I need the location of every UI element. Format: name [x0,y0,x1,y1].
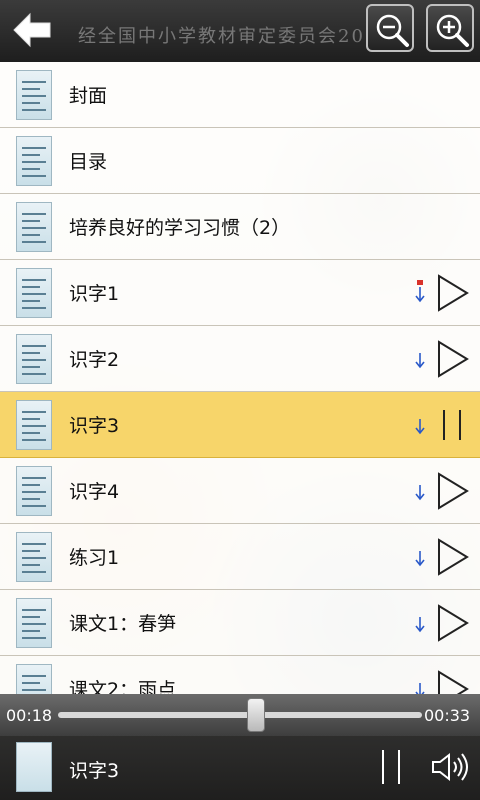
download-arrow-icon[interactable] [414,280,426,306]
current-time: 00:18 [6,706,53,725]
track-row[interactable]: 识字2 [0,326,480,392]
track-thumbnail [16,334,52,384]
track-title: 识字4 [69,481,120,503]
track-row[interactable]: 练习1 [0,524,480,590]
track-title: 识字1 [69,283,120,305]
zoom-out-icon [376,14,409,47]
volume-button[interactable] [430,750,470,784]
play-icon[interactable] [436,472,470,510]
player-bar: 00:18 00:33 识字3 [0,694,480,800]
now-playing-thumbnail [16,742,52,792]
background-header-text: 经全国中小学教材审定委员会2001年 [78,26,412,47]
track-row[interactable]: 课文2：雨点 [0,656,480,694]
play-icon[interactable] [436,604,470,642]
track-title: 封面 [69,85,108,107]
track-row[interactable]: 识字3 [0,392,480,458]
track-title: 练习1 [69,547,120,569]
zoom-in-button[interactable] [426,4,474,52]
play-icon[interactable] [436,670,470,694]
play-icon[interactable] [436,538,470,576]
track-thumbnail [16,598,52,648]
track-thumbnail [16,202,52,252]
track-title: 识字3 [69,415,120,437]
pause-icon[interactable] [436,406,470,444]
track-list[interactable]: 封面目录培养良好的学习习惯（2） 识字1 识字2 识字3 识字4 练习1 课文1：春笋课文2… [0,62,480,694]
track-row[interactable]: 目录 [0,128,480,194]
seek-handle[interactable] [247,698,266,732]
seek-track[interactable] [58,712,422,718]
download-arrow-icon[interactable] [414,346,426,372]
track-thumbnail [16,136,52,186]
track-thumbnail [16,268,52,318]
download-arrow-icon[interactable] [414,544,426,570]
track-thumbnail [16,400,52,450]
play-icon[interactable] [436,274,470,312]
duration: 00:33 [424,706,471,725]
pause-button[interactable] [376,748,406,786]
track-thumbnail [16,532,52,582]
track-row[interactable]: 培养良好的学习习惯（2） [0,194,480,260]
download-arrow-icon[interactable] [414,610,426,636]
track-row[interactable]: 识字1 [0,260,480,326]
download-arrow-icon[interactable] [414,676,426,694]
pause-icon [382,750,400,784]
track-title: 识字2 [69,349,120,371]
zoom-out-button[interactable] [366,4,414,52]
zoom-in-icon [436,14,469,47]
track-title: 课文1：春笋 [69,613,177,635]
download-arrow-icon[interactable] [414,412,426,438]
track-title: 目录 [69,151,108,173]
back-arrow-icon[interactable] [10,8,54,52]
track-row[interactable]: 识字4 [0,458,480,524]
download-arrow-icon[interactable] [414,478,426,504]
top-toolbar: 经全国中小学教材审定委员会2001年 [0,0,480,62]
track-thumbnail [16,664,52,694]
track-row[interactable]: 课文1：春笋 [0,590,480,656]
track-thumbnail [16,466,52,516]
now-playing-title: 识字3 [69,760,120,782]
track-thumbnail [16,70,52,120]
seek-bar[interactable]: 00:18 00:33 [0,694,480,736]
speaker-icon [432,752,468,782]
track-title: 课文2：雨点 [69,679,177,694]
track-title: 培养良好的学习习惯（2） [69,217,291,239]
track-row[interactable]: 封面 [0,62,480,128]
play-icon[interactable] [436,340,470,378]
